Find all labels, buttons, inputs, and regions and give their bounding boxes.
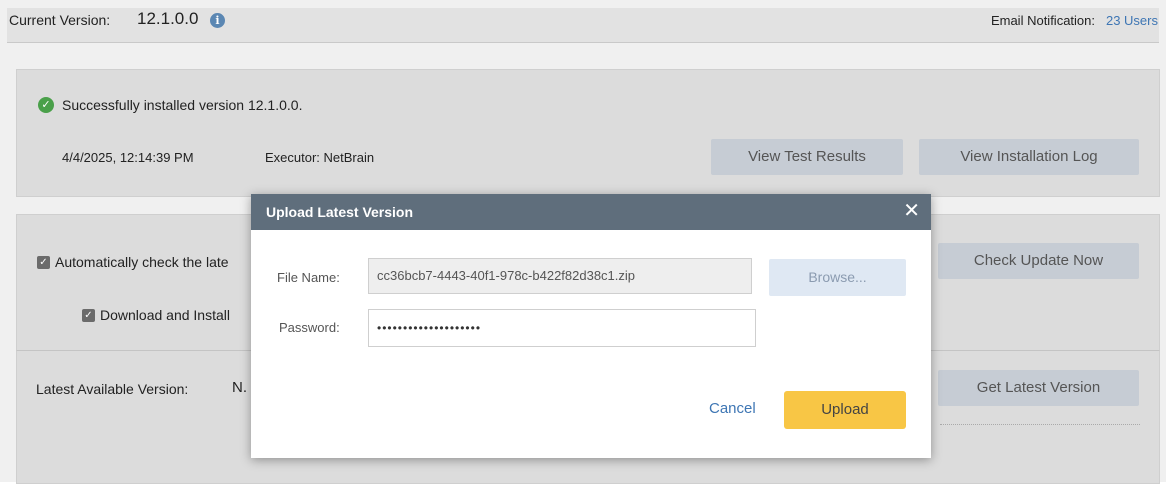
get-latest-version-button[interactable]: Get Latest Version xyxy=(938,370,1139,406)
check-update-now-button[interactable]: Check Update Now xyxy=(938,243,1139,279)
divider xyxy=(940,424,1140,425)
file-name-label: File Name: xyxy=(277,270,340,285)
dialog-title: Upload Latest Version xyxy=(266,204,414,220)
info-icon[interactable]: i xyxy=(210,13,225,28)
install-success-message: Successfully installed version 12.1.0.0. xyxy=(62,97,303,113)
view-test-results-button[interactable]: View Test Results xyxy=(711,139,903,175)
password-field[interactable]: •••••••••••••••••••• xyxy=(368,309,756,347)
install-executor: Executor: NetBrain xyxy=(265,150,375,165)
current-version-label: Current Version: xyxy=(9,12,111,28)
current-version-value: 12.1.0.0 xyxy=(137,9,199,28)
install-status-panel xyxy=(16,69,1160,197)
browse-button[interactable]: Browse... xyxy=(769,259,906,296)
dialog-header: Upload Latest Version ✕ xyxy=(251,194,931,230)
check-circle-icon: ✓ xyxy=(38,97,54,113)
install-datetime: 4/4/2025, 12:14:39 PM xyxy=(62,150,194,165)
file-name-field[interactable]: cc36bcb7-4443-40f1-978c-b422f82d38c1.zip xyxy=(368,258,752,294)
latest-version-label: Latest Available Version: xyxy=(36,381,189,397)
close-icon[interactable]: ✕ xyxy=(903,200,920,222)
download-install-label: Download and Install xyxy=(100,307,230,323)
upload-button[interactable]: Upload xyxy=(784,391,906,429)
email-users-link[interactable]: 23 Users xyxy=(1106,13,1158,28)
password-label: Password: xyxy=(279,320,340,335)
checkbox-checked-icon[interactable]: ✓ xyxy=(82,309,95,322)
view-installation-log-button[interactable]: View Installation Log xyxy=(919,139,1139,175)
email-notification-label: Email Notification: xyxy=(990,13,1095,28)
upload-dialog: Upload Latest Version ✕ File Name: cc36b… xyxy=(251,194,931,458)
latest-version-value: N. xyxy=(232,379,247,396)
checkbox-checked-icon[interactable]: ✓ xyxy=(37,256,50,269)
cancel-button[interactable]: Cancel xyxy=(709,400,756,417)
auto-check-label: Automatically check the late xyxy=(55,254,229,270)
